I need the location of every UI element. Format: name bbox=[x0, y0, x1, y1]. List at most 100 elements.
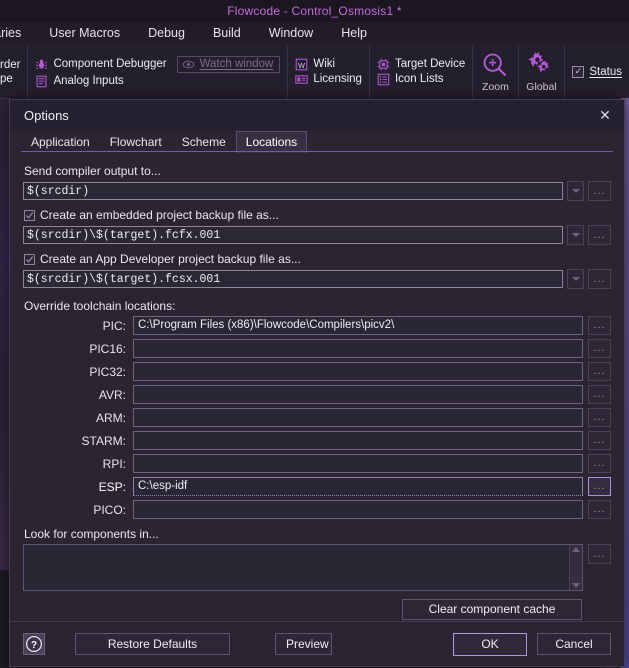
toolbar-label-component-debugger: Component Debugger bbox=[53, 58, 167, 70]
toolchain-label-starm: STARM: bbox=[81, 433, 126, 448]
clear-component-cache-button[interactable]: Clear component cache bbox=[402, 599, 582, 620]
svg-text:?: ? bbox=[31, 640, 37, 651]
toolbar-button-zoom[interactable]: Zoom bbox=[473, 45, 519, 98]
preview-button[interactable]: Preview bbox=[275, 633, 332, 655]
components-listbox[interactable] bbox=[23, 544, 583, 591]
toolbar-item-component-debugger[interactable]: Component Debugger bbox=[35, 58, 167, 71]
toolchain-input-pic[interactable]: C:\Program Files (x86)\Flowcode\Compiler… bbox=[133, 316, 583, 335]
toolbar-label-global: Global bbox=[526, 80, 557, 93]
appdev-backup-label: Create an App Developer project backup f… bbox=[40, 252, 301, 266]
toolbar-item-order[interactable]: rder bbox=[0, 59, 20, 71]
menu-item-help[interactable]: Help bbox=[327, 22, 381, 45]
toolchain-row-starm: STARM: ... bbox=[23, 431, 611, 450]
toolbar-label-target-device: Target Device bbox=[394, 58, 466, 70]
zoom-in-icon bbox=[481, 51, 509, 79]
toolchain-row-arm: ARM: ... bbox=[23, 408, 611, 427]
dialog-footer: ? Restore Defaults Preview OK Cancel bbox=[10, 621, 624, 666]
toolchain-browse-pic[interactable]: ... bbox=[588, 316, 611, 335]
appdev-backup-input[interactable]: $(srcdir)\$(target).fcsx.001 bbox=[23, 270, 563, 288]
components-browse-button[interactable]: ... bbox=[588, 544, 611, 564]
gears-icon bbox=[527, 51, 555, 79]
tab-application[interactable]: Application bbox=[21, 131, 100, 153]
menu-item-debug[interactable]: Debug bbox=[134, 22, 199, 45]
toolchain-browse-avr[interactable]: ... bbox=[588, 385, 611, 404]
toolchain-row-pic: PIC: C:\Program Files (x86)\Flowcode\Com… bbox=[23, 316, 611, 335]
toolchain-input-pic16[interactable] bbox=[133, 339, 583, 358]
components-label: Look for components in... bbox=[24, 527, 159, 541]
appdev-backup-row: $(srcdir)\$(target).fcsx.001 ... bbox=[23, 269, 611, 289]
toolbar-group-debug: Component Debugger Watch window Analog I… bbox=[28, 45, 289, 98]
toolbar-label-status: Status bbox=[589, 65, 622, 78]
toolchain-input-esp[interactable]: C:\esp-idf bbox=[133, 477, 583, 496]
checkbox-icon-embedded-backup[interactable] bbox=[24, 209, 35, 221]
menu-item-libraries[interactable]: raries bbox=[0, 22, 35, 45]
toolchain-label-arm: ARM: bbox=[96, 410, 126, 425]
toolchain-browse-pico[interactable]: ... bbox=[588, 500, 611, 519]
embedded-backup-browse-button[interactable]: ... bbox=[588, 225, 611, 245]
toolchain-browse-pic32[interactable]: ... bbox=[588, 362, 611, 381]
toolchain-input-pico[interactable] bbox=[133, 500, 583, 519]
bug-icon bbox=[35, 58, 48, 71]
help-icon[interactable]: ? bbox=[23, 633, 45, 655]
toolchain-browse-starm[interactable]: ... bbox=[588, 431, 611, 450]
appdev-backup-checkbox-row[interactable]: Create an App Developer project backup f… bbox=[24, 252, 611, 266]
menu-item-build[interactable]: Build bbox=[199, 22, 255, 45]
toolchain-input-arm[interactable] bbox=[133, 408, 583, 427]
wiki-icon: W bbox=[295, 58, 308, 71]
compiler-output-label: Send compiler output to... bbox=[24, 164, 161, 178]
tab-locations[interactable]: Locations bbox=[235, 131, 308, 153]
toolbar-label-watch-window: Watch window bbox=[199, 58, 274, 70]
toolchain-label: Override toolchain locations: bbox=[24, 299, 176, 313]
tab-scheme[interactable]: Scheme bbox=[172, 131, 236, 153]
toolchain-browse-arm[interactable]: ... bbox=[588, 408, 611, 427]
toolbar-button-global[interactable]: Global bbox=[519, 45, 566, 98]
toolchain-input-rpi[interactable] bbox=[133, 454, 583, 473]
compiler-output-input[interactable]: $(srcdir) bbox=[23, 182, 563, 200]
ok-button[interactable]: OK bbox=[453, 632, 527, 656]
toolbar-group-order: rder pe bbox=[0, 45, 29, 98]
toolbar-item-watch-window[interactable]: Watch window bbox=[176, 55, 281, 73]
compiler-output-browse-button[interactable]: ... bbox=[588, 181, 611, 201]
toolchain-browse-esp[interactable]: ... bbox=[588, 477, 611, 496]
chevron-up-icon[interactable] bbox=[572, 547, 580, 552]
toolbar-checkbox-status[interactable]: ✓ Status bbox=[572, 65, 622, 78]
toolchain-row-pic32: PIC32: ... bbox=[23, 362, 611, 381]
toolchain-row-rpi: RPI: ... bbox=[23, 454, 611, 473]
chevron-down-icon[interactable] bbox=[567, 225, 584, 245]
toolbar-item-licensing[interactable]: Licensing bbox=[295, 73, 362, 86]
menu-item-window[interactable]: Window bbox=[255, 22, 327, 45]
checkbox-icon-appdev-backup[interactable] bbox=[24, 253, 35, 265]
toolbar-item-icon-lists[interactable]: Icon Lists bbox=[377, 73, 465, 86]
toolbar-label-licensing: Licensing bbox=[313, 73, 362, 85]
toolchain-browse-rpi[interactable]: ... bbox=[588, 454, 611, 473]
menu-item-user-macros[interactable]: User Macros bbox=[35, 22, 134, 45]
eye-icon bbox=[182, 58, 195, 71]
close-icon[interactable]: ✕ bbox=[590, 102, 620, 128]
components-list-area[interactable] bbox=[24, 545, 569, 590]
embedded-backup-checkbox-row[interactable]: Create an embedded project backup file a… bbox=[24, 208, 611, 222]
tab-flowchart[interactable]: Flowchart bbox=[100, 131, 172, 153]
licensing-icon bbox=[295, 73, 309, 86]
toolbar-label-wiki: Wiki bbox=[313, 58, 336, 70]
embedded-backup-input[interactable]: $(srcdir)\$(target).fcfx.001 bbox=[23, 226, 563, 244]
toolchain-input-avr[interactable] bbox=[133, 385, 583, 404]
chevron-down-icon[interactable] bbox=[572, 583, 580, 588]
cancel-button[interactable]: Cancel bbox=[537, 633, 611, 655]
toolchain-input-starm[interactable] bbox=[133, 431, 583, 450]
toolchain-label-pic32: PIC32: bbox=[89, 364, 126, 379]
appdev-backup-browse-button[interactable]: ... bbox=[588, 269, 611, 289]
toolbar-item-type[interactable]: pe bbox=[0, 73, 20, 85]
toolchain-input-pic32[interactable] bbox=[133, 362, 583, 381]
toolbar-group-status: ✓ Status bbox=[565, 45, 629, 98]
toolbar-item-wiki[interactable]: W Wiki bbox=[295, 58, 362, 71]
restore-defaults-button[interactable]: Restore Defaults bbox=[75, 633, 230, 655]
toolbar-item-target-device[interactable]: Target Device bbox=[377, 58, 465, 71]
checkbox-icon-status[interactable]: ✓ bbox=[572, 65, 585, 78]
toolchain-label-esp: ESP: bbox=[98, 479, 126, 494]
components-scrollbar[interactable] bbox=[569, 545, 582, 590]
dialog-title: Options bbox=[24, 107, 69, 123]
toolchain-browse-pic16[interactable]: ... bbox=[588, 339, 611, 358]
chevron-down-icon[interactable] bbox=[567, 269, 584, 289]
chevron-down-icon[interactable] bbox=[567, 181, 584, 201]
toolbar-item-analog-inputs[interactable]: Analog Inputs bbox=[35, 75, 124, 88]
